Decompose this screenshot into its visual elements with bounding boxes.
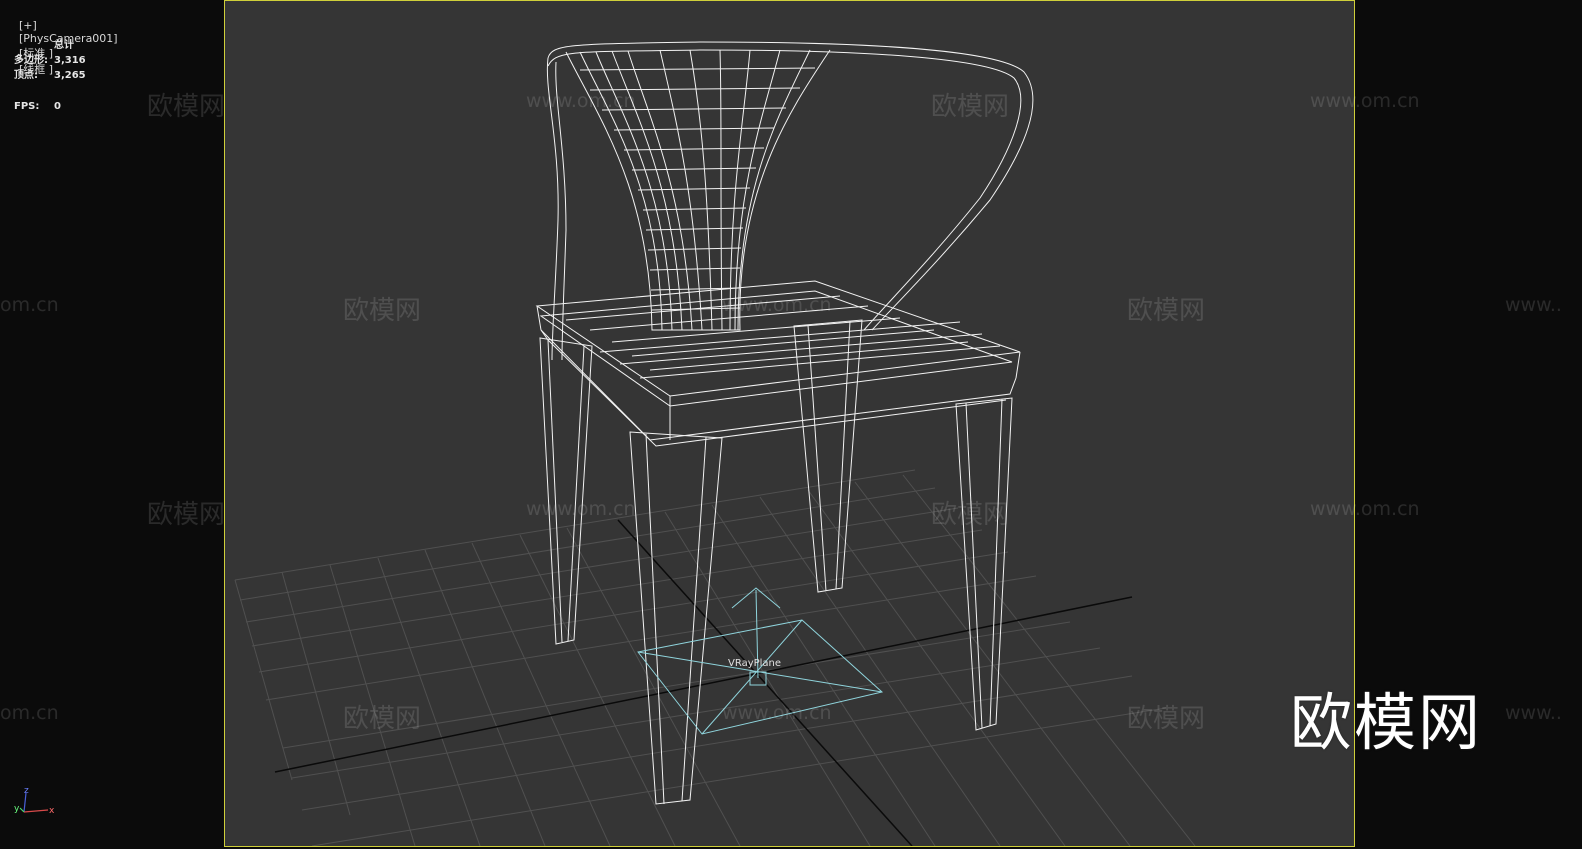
axis-x-label: x	[49, 806, 55, 816]
watermark-url: www.om.cn	[1310, 90, 1420, 112]
polys-value: 3,316	[54, 55, 86, 66]
watermark: 欧模网	[147, 500, 226, 530]
watermark: 欧模网	[343, 296, 422, 326]
axis-y-label: y	[14, 804, 20, 814]
stats-fps-row: FPS: 0	[14, 99, 86, 114]
verts-value: 3,265	[54, 70, 86, 81]
watermark: 欧模网	[343, 704, 422, 734]
watermark-url: www.om.cn	[526, 498, 636, 520]
y-axis-line	[19, 807, 25, 813]
watermark: 欧模网	[931, 92, 1010, 122]
polys-label: 多边形:	[14, 55, 48, 66]
watermark: 欧模网	[1127, 296, 1206, 326]
watermark-url: www.om.cn	[722, 702, 832, 724]
stats-verts-row: 顶点: 3,265	[14, 68, 86, 83]
watermark-url: www..	[1505, 294, 1562, 316]
watermark-url: www.om.cn	[526, 90, 636, 112]
fps-value: 0	[54, 101, 61, 112]
watermark: 欧模网	[1127, 704, 1206, 734]
watermark-url: om.cn	[0, 702, 59, 724]
watermark-url: om.cn	[0, 294, 59, 316]
fps-label: FPS:	[14, 101, 40, 112]
logo-watermark: 欧模网	[1290, 686, 1483, 759]
watermark: 欧模网	[147, 92, 226, 122]
axis-z-label: z	[24, 786, 29, 796]
x-axis-line	[23, 809, 49, 813]
watermark: 欧模网	[931, 500, 1010, 530]
floor-grid	[234, 469, 1196, 846]
stats-polys-row: 多边形: 3,316	[14, 53, 86, 68]
viewport[interactable]: z x y VRayPlane 欧模网 www.om.cn 欧模网 www.om…	[0, 0, 1582, 849]
stats-overlay: 总计 多边形: 3,316 顶点: 3,265 FPS: 0	[14, 38, 86, 114]
watermark-url: www.om.cn	[722, 294, 832, 316]
stats-total-label: 总计	[54, 40, 74, 51]
verts-label: 顶点:	[14, 70, 38, 81]
watermark-url: www..	[1505, 702, 1562, 724]
viewport-menu-button[interactable]: [+]	[19, 19, 37, 32]
object-label: VRayPlane	[728, 658, 781, 669]
watermark-url: www.om.cn	[1310, 498, 1420, 520]
chair-wireframe	[535, 41, 1034, 805]
axis-tripod: z x y	[14, 786, 55, 816]
